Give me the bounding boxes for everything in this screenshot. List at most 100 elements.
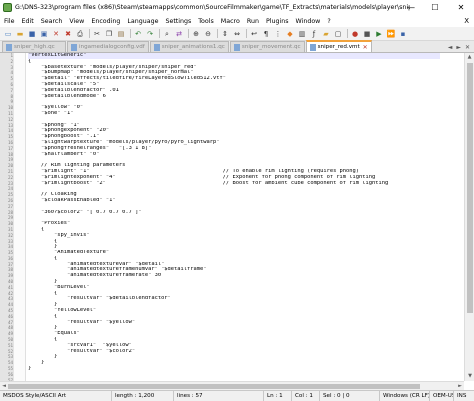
- status-lines: lines : 57: [174, 390, 264, 401]
- file-icon: [153, 43, 160, 51]
- toolbar-separator: [217, 29, 218, 38]
- tab-label: sniper_movement.qc: [241, 44, 301, 50]
- status-bar: MSDOS Style/ASCII Art length : 1,200 lin…: [0, 390, 474, 401]
- find-icon[interactable]: ⌕: [162, 29, 172, 39]
- toolbar-separator: [246, 29, 247, 38]
- stop-record-icon[interactable]: ■: [362, 29, 372, 39]
- redo-icon[interactable]: ↷: [145, 29, 155, 39]
- paste-icon[interactable]: ▤: [116, 29, 126, 39]
- toolbar-separator: [159, 29, 160, 38]
- code-area[interactable]: "VertexLitGeneric"{ "$basetexture" "mode…: [28, 53, 440, 381]
- save-macro-icon[interactable]: ▪: [398, 29, 408, 39]
- maximize-button[interactable]: ☐: [424, 0, 446, 15]
- menu-run[interactable]: Run: [247, 18, 259, 25]
- minimize-button[interactable]: —: [400, 0, 422, 15]
- close-icon[interactable]: ✕: [51, 29, 61, 39]
- tab-sniper-red[interactable]: sniper_red.vmt ✕: [305, 40, 372, 52]
- scroll-down-icon[interactable]: ▼: [465, 372, 474, 381]
- save-all-icon[interactable]: ▣: [39, 29, 49, 39]
- sync-vertical-icon[interactable]: ⇕: [220, 29, 230, 39]
- play-macro-icon[interactable]: ▶: [374, 29, 384, 39]
- tab-label: sniper_red.vmt: [317, 44, 360, 50]
- title-bar: G:\DNS-323\program files (x86)\Steam\ste…: [0, 0, 474, 15]
- zoom-in-icon[interactable]: ⊕: [191, 29, 201, 39]
- horizontal-scrollbar[interactable]: ◄ ►: [0, 381, 464, 390]
- toolbar-separator: [188, 29, 189, 38]
- tab-label: sniper_high.qc: [14, 44, 55, 50]
- udl-icon[interactable]: ◆: [285, 29, 295, 39]
- tab-ingamedialogconfig[interactable]: ingamedialogconfig.vdf: [67, 41, 149, 52]
- document-tab-bar: sniper_high.qc ingamedialogconfig.vdf sn…: [0, 40, 474, 53]
- status-line: Ln : 1: [264, 390, 292, 401]
- file-icon: [6, 43, 12, 51]
- tab-sniper-high[interactable]: sniper_high.qc: [2, 41, 66, 52]
- close-document-button[interactable]: X: [464, 15, 469, 27]
- print-icon[interactable]: ⎙: [75, 29, 85, 39]
- indent-guide-icon[interactable]: ⋮: [273, 29, 283, 39]
- vertical-scroll-thumb[interactable]: [467, 63, 473, 313]
- tab-scroll-left-icon[interactable]: ◄: [446, 44, 455, 51]
- menu-window[interactable]: Window: [296, 18, 321, 25]
- menu-macro[interactable]: Macro: [221, 18, 240, 25]
- save-icon[interactable]: ■: [27, 29, 37, 39]
- menu-tools[interactable]: Tools: [198, 18, 214, 25]
- vertical-scrollbar[interactable]: ▲ ▼: [464, 53, 474, 381]
- toolbar-separator: [347, 29, 348, 38]
- horizontal-scroll-thumb[interactable]: [8, 384, 420, 389]
- replace-icon[interactable]: ⇄: [174, 29, 184, 39]
- record-macro-icon[interactable]: ●: [350, 29, 360, 39]
- tab-scroll-right-icon[interactable]: ►: [454, 44, 463, 51]
- function-list-icon[interactable]: ƒ: [309, 29, 319, 39]
- menu-encoding[interactable]: Encoding: [91, 18, 120, 25]
- doc-map-icon[interactable]: ▥: [297, 29, 307, 39]
- close-window-button[interactable]: ✕: [450, 0, 472, 15]
- file-icon: [71, 43, 77, 51]
- status-length: length : 1,200: [112, 390, 174, 401]
- cut-icon[interactable]: ✂: [92, 29, 102, 39]
- menu-file[interactable]: File: [4, 18, 15, 25]
- file-icon: [233, 43, 240, 51]
- zoom-out-icon[interactable]: ⊖: [203, 29, 213, 39]
- code-line[interactable]: "$rimlightboost" "2" // Boost for ambien…: [28, 181, 440, 187]
- toolbar-separator: [130, 29, 131, 38]
- run-macro-icon[interactable]: ⏩: [386, 29, 396, 39]
- toolbar: ▭ ▬ ■ ▣ ✕ ✖ ⎙ ✂ ❐ ▤ ↶ ↷ ⌕ ⇄ ⊕ ⊖ ⇕ ⇔ ↩ ¶ …: [0, 27, 474, 41]
- fold-margin[interactable]: [14, 53, 26, 381]
- file-icon: [309, 43, 316, 51]
- editor[interactable]: 1 2 3 4 5 6 7 8 9 10 11 12 13 14 15 16 17 18 19 20 21 22 23 24 2…: [0, 53, 474, 390]
- new-file-icon[interactable]: ▭: [3, 29, 13, 39]
- menu-bar: File Edit Search View Encoding Language …: [0, 15, 474, 27]
- menu-help[interactable]: ?: [327, 18, 330, 25]
- menu-edit[interactable]: Edit: [22, 18, 34, 25]
- all-chars-icon[interactable]: ¶: [261, 29, 271, 39]
- status-eol: Windows (CR LF): [380, 390, 430, 401]
- close-all-icon[interactable]: ✖: [63, 29, 73, 39]
- copy-icon[interactable]: ❐: [104, 29, 114, 39]
- toolbar-separator: [89, 29, 90, 38]
- scroll-up-icon[interactable]: ▲: [465, 53, 474, 62]
- tab-close-all-icon[interactable]: ✕: [463, 44, 472, 51]
- menu-view[interactable]: View: [69, 18, 84, 25]
- undo-icon[interactable]: ↶: [133, 29, 143, 39]
- sync-horizontal-icon[interactable]: ⇔: [232, 29, 242, 39]
- notepad-plus-plus-icon: [3, 3, 12, 12]
- status-selection: Sel : 0 | 0: [320, 390, 380, 401]
- folder-workspace-icon[interactable]: ▰: [321, 29, 331, 39]
- tab-sniper-movement[interactable]: sniper_movement.qc: [229, 41, 305, 52]
- line-number-gutter: 1 2 3 4 5 6 7 8 9 10 11 12 13 14 15 16 17 18 19 20 21 22 23 24 2…: [0, 53, 14, 383]
- tab-close-icon[interactable]: ✕: [363, 44, 368, 51]
- status-filetype: MSDOS Style/ASCII Art: [0, 390, 112, 401]
- status-mode: INS: [457, 392, 467, 399]
- monitor-icon[interactable]: ▢: [333, 29, 343, 39]
- tab-navigation: ◄ ► ✕: [446, 41, 472, 53]
- tab-sniper-animations1[interactable]: sniper_animations1.qc: [149, 41, 229, 52]
- window-title: G:\DNS-323\program files (x86)\Steam\ste…: [15, 4, 410, 11]
- status-encoding: OEM-US: [430, 390, 454, 401]
- open-file-icon[interactable]: ▬: [15, 29, 25, 39]
- tab-label: ingamedialogconfig.vdf: [79, 44, 145, 50]
- word-wrap-icon[interactable]: ↩: [249, 29, 259, 39]
- menu-plugins[interactable]: Plugins: [266, 18, 289, 25]
- menu-language[interactable]: Language: [127, 18, 158, 25]
- menu-settings[interactable]: Settings: [165, 18, 191, 25]
- menu-search[interactable]: Search: [41, 18, 63, 25]
